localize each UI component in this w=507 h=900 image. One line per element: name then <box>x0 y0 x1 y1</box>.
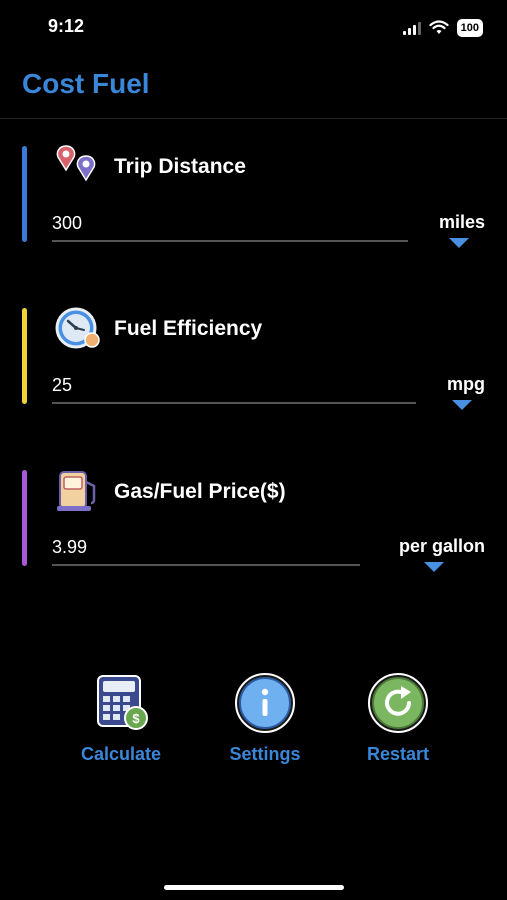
restart-label: Restart <box>366 744 430 764</box>
fuel-efficiency-unit-select[interactable]: mpg <box>447 374 485 395</box>
gas-pump-icon <box>54 466 102 514</box>
wifi-icon <box>429 20 449 34</box>
svg-text:$: $ <box>132 711 140 726</box>
fuel-efficiency-input[interactable]: 25 <box>52 375 72 396</box>
trip-distance-input[interactable]: 300 <box>52 213 82 234</box>
trip-distance-accent-bar <box>22 146 27 242</box>
restart-button[interactable]: Restart <box>338 672 458 765</box>
chevron-down-icon[interactable] <box>452 400 472 410</box>
refresh-icon <box>367 672 429 734</box>
chevron-down-icon[interactable] <box>424 562 444 572</box>
map-pin-icon <box>54 142 102 190</box>
trip-distance-label: Trip Distance <box>114 155 246 178</box>
calculate-label: Calculate <box>80 744 162 764</box>
cellular-signal-icon <box>402 21 421 35</box>
info-icon <box>234 672 296 734</box>
fuel-efficiency-label: Fuel Efficiency <box>114 317 263 340</box>
home-indicator[interactable] <box>164 885 344 890</box>
status-icons: 100 <box>402 18 483 38</box>
settings-label: Settings <box>229 744 301 764</box>
gauge-icon <box>54 304 102 352</box>
fuel-price-label: Gas/Fuel Price($) <box>114 480 286 503</box>
header-divider <box>0 118 507 119</box>
battery-level: 100 <box>460 22 479 34</box>
trip-distance-unit-select[interactable]: miles <box>439 212 485 233</box>
fuel-price-input[interactable]: 3.99 <box>52 537 87 558</box>
fuel-efficiency-accent-bar <box>22 308 27 404</box>
calculator-icon: $ <box>90 672 152 734</box>
battery-icon: 100 <box>456 19 483 37</box>
settings-button[interactable]: Settings <box>205 672 325 765</box>
fuel-price-unit-select[interactable]: per gallon <box>399 536 485 557</box>
status-time: 9:12 <box>48 16 85 36</box>
app-title: Cost Fuel <box>22 68 150 99</box>
calculate-button[interactable]: $ Calculate <box>61 672 181 765</box>
fuel-price-underline <box>52 564 360 566</box>
chevron-down-icon[interactable] <box>449 238 469 248</box>
trip-distance-underline <box>52 240 408 242</box>
fuel-efficiency-underline <box>52 402 416 404</box>
fuel-price-accent-bar <box>22 470 27 566</box>
